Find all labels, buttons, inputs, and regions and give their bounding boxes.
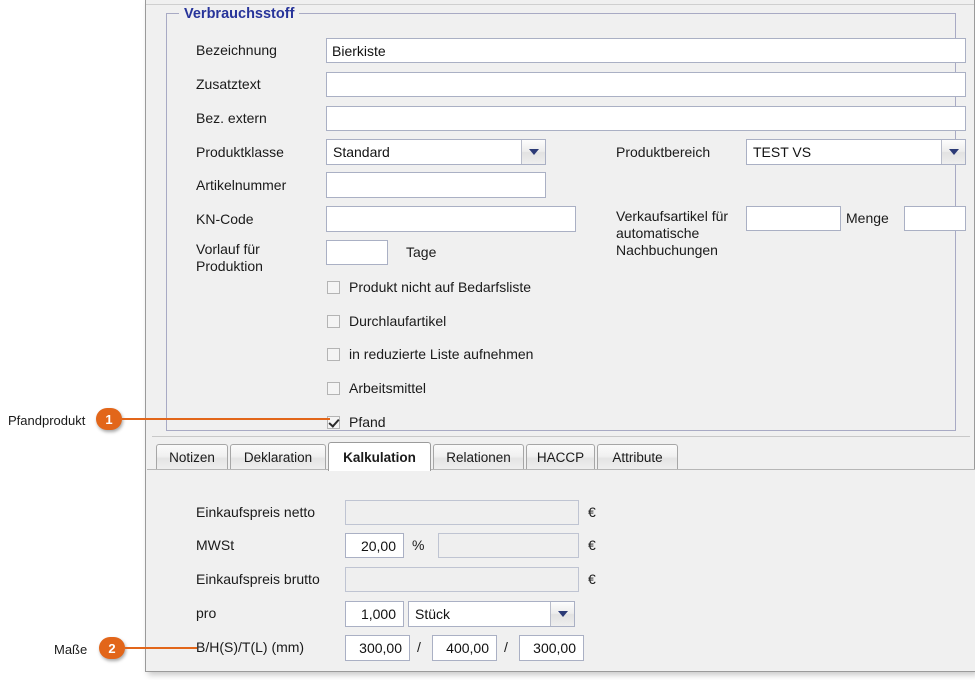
- callout-2-leader-line: [125, 647, 197, 649]
- pro-quantity-input[interactable]: 1,000: [345, 601, 404, 627]
- mwst-percent-sign: %: [412, 537, 425, 553]
- einkaufspreis-brutto-currency: €: [588, 571, 596, 587]
- vorlauf-label: Vorlauf für Produktion: [196, 241, 263, 274]
- produktbereich-label: Produktbereich: [616, 144, 711, 160]
- tab-kalkulation[interactable]: Kalkulation: [328, 442, 431, 471]
- produktklasse-select-value: Standard: [333, 144, 390, 160]
- produktbereich-select[interactable]: TEST VS: [746, 139, 966, 165]
- mwst-amount-input[interactable]: [438, 533, 579, 558]
- tab-kalkulation-label: Kalkulation: [343, 449, 416, 465]
- tab-attribute[interactable]: Attribute: [597, 444, 678, 470]
- vorlauf-input[interactable]: [326, 240, 388, 265]
- tab-separator: [152, 436, 970, 437]
- tab-relationen-label: Relationen: [446, 450, 511, 465]
- chevron-down-icon[interactable]: [941, 140, 965, 164]
- groupbox-title: Verbrauchsstoff: [179, 6, 300, 22]
- checkbox-arbeitsmittel[interactable]: [327, 381, 340, 395]
- callout-2-text: Maße: [54, 642, 88, 657]
- mwst-percent-input[interactable]: 20,00: [345, 533, 404, 558]
- product-form-panel: Verbrauchsstoff Bezeichnung Bierkiste Zu…: [145, 0, 975, 672]
- mwst-label: MWSt: [196, 537, 235, 553]
- artikelnummer-input[interactable]: [326, 172, 546, 198]
- checkbox-row-3[interactable]: Arbeitsmittel: [327, 380, 426, 396]
- tab-bar: Notizen Deklaration Kalkulation Relation…: [147, 441, 975, 471]
- menge-input[interactable]: [904, 206, 966, 231]
- produktbereich-select-value: TEST VS: [753, 144, 812, 160]
- chevron-down-icon[interactable]: [521, 140, 545, 164]
- chevron-down-icon[interactable]: [550, 602, 574, 626]
- tab-deklaration-label: Deklaration: [243, 450, 313, 465]
- tabpage-kalkulation: Einkaufspreis netto € MWSt 20,00 % € Ein…: [147, 470, 975, 671]
- bezeichnung-input[interactable]: Bierkiste: [326, 38, 966, 63]
- mwst-currency: €: [588, 537, 596, 553]
- tab-attribute-label: Attribute: [612, 450, 663, 465]
- artikelnummer-label: Artikelnummer: [196, 177, 287, 193]
- kn-code-label: KN-Code: [196, 211, 254, 227]
- checkbox-row-1[interactable]: Durchlaufartikel: [327, 313, 446, 329]
- einkaufspreis-brutto-label: Einkaufspreis brutto: [196, 571, 320, 587]
- bez-extern-label: Bez. extern: [196, 110, 267, 126]
- pro-unit-select[interactable]: Stück: [408, 601, 575, 627]
- tage-label: Tage: [406, 244, 437, 260]
- einkaufspreis-netto-currency: €: [588, 504, 596, 520]
- pro-label: pro: [196, 605, 217, 621]
- checkbox-row-4[interactable]: Pfand: [327, 414, 386, 430]
- tab-notizen[interactable]: Notizen: [156, 444, 228, 470]
- checkbox-label-1: Durchlaufartikel: [349, 313, 447, 329]
- produktklasse-label: Produktklasse: [196, 144, 284, 160]
- callout-2-badge: 2: [99, 637, 125, 659]
- checkbox-row-0[interactable]: Produkt nicht auf Bedarfsliste: [327, 279, 531, 295]
- verkaufsartikel-input[interactable]: [746, 206, 841, 231]
- checkbox-label-4: Pfand: [349, 414, 386, 430]
- checkbox-label-2: in reduzierte Liste aufnehmen: [349, 346, 534, 362]
- checkbox-label-3: Arbeitsmittel: [349, 380, 427, 396]
- checkbox-row-2[interactable]: in reduzierte Liste aufnehmen: [327, 346, 533, 362]
- einkaufspreis-brutto-input[interactable]: [345, 567, 579, 592]
- screenshot-root: Verbrauchsstoff Bezeichnung Bierkiste Zu…: [0, 0, 975, 680]
- zusatztext-input[interactable]: [326, 72, 966, 97]
- checkbox-in-reduzierte-liste-aufnehmen[interactable]: [327, 347, 340, 361]
- checkbox-durchlaufartikel[interactable]: [327, 314, 340, 328]
- zusatztext-label: Zusatztext: [196, 76, 261, 92]
- verkaufsartikel-label: Verkaufsartikel für automatische Nachbuc…: [616, 208, 729, 258]
- tab-notizen-label: Notizen: [169, 450, 215, 465]
- dimension-separator-1: /: [417, 639, 421, 655]
- einkaufspreis-netto-input[interactable]: [345, 500, 579, 525]
- dimension-label: B/H(S)/T(L) (mm): [196, 639, 305, 655]
- dimension-height-input[interactable]: 400,00: [432, 635, 497, 661]
- bez-extern-input[interactable]: [326, 106, 966, 131]
- dimension-separator-2: /: [504, 639, 508, 655]
- tab-deklaration[interactable]: Deklaration: [230, 444, 326, 470]
- kn-code-input[interactable]: [326, 206, 576, 232]
- menge-label: Menge: [846, 210, 889, 226]
- dimension-depth-input[interactable]: 300,00: [519, 635, 584, 661]
- panel-top-divider: [146, 0, 974, 5]
- tab-relationen[interactable]: Relationen: [433, 444, 524, 470]
- callout-1-leader-line: [122, 418, 330, 420]
- pro-unit-select-value: Stück: [415, 606, 451, 622]
- dimension-width-input[interactable]: 300,00: [345, 635, 410, 661]
- tab-haccp[interactable]: HACCP: [526, 444, 595, 470]
- bezeichnung-label: Bezeichnung: [196, 42, 277, 58]
- einkaufspreis-netto-label: Einkaufspreis netto: [196, 504, 316, 520]
- callout-1-text: Pfandprodukt: [8, 413, 86, 428]
- callout-1-badge: 1: [96, 408, 122, 430]
- produktklasse-select[interactable]: Standard: [326, 139, 546, 165]
- checkbox-produkt-nicht-auf-bedarfsliste[interactable]: [327, 280, 340, 294]
- checkbox-label-0: Produkt nicht auf Bedarfsliste: [349, 279, 532, 295]
- tab-haccp-label: HACCP: [536, 450, 585, 465]
